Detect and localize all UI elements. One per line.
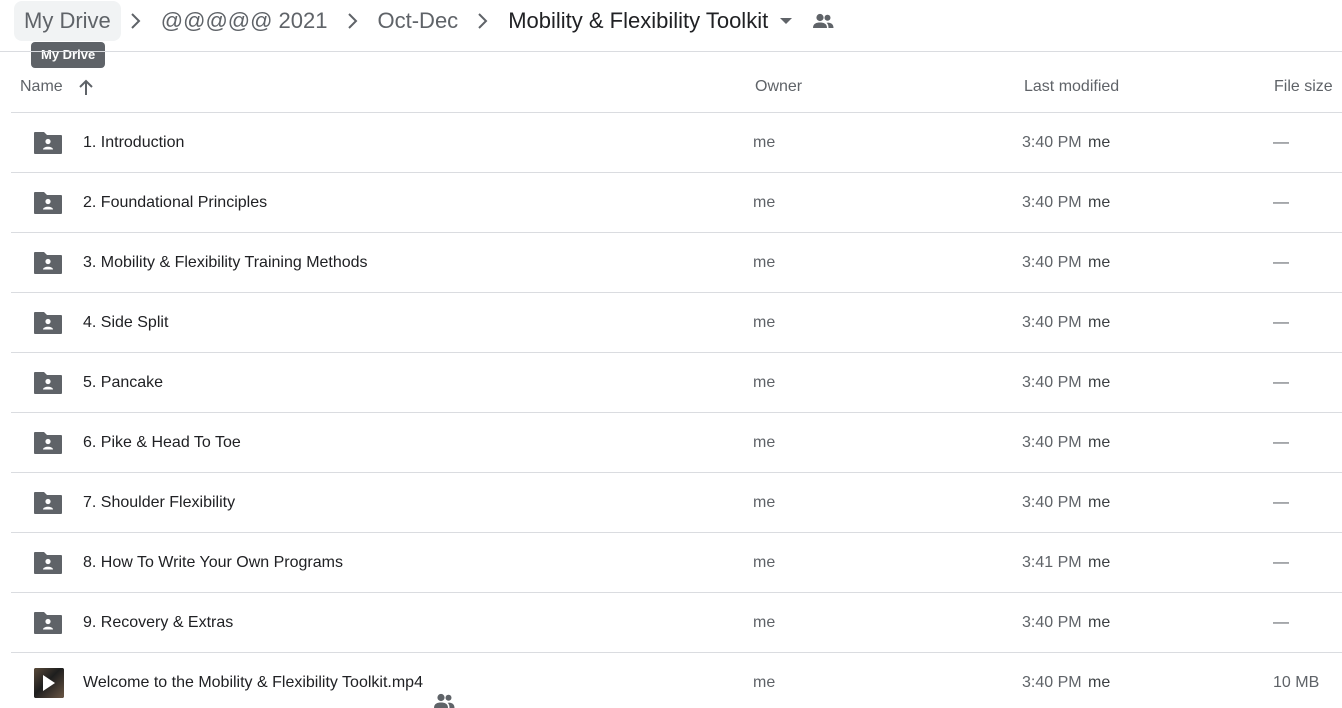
file-name[interactable]: 3. Mobility & Flexibility Training Metho… [83,233,368,293]
last-modified-time: 3:40 PM [1022,374,1082,391]
file-row[interactable]: 2. Foundational Principles me 3:40 PM me… [11,172,1342,232]
owner: me [753,494,776,511]
file-row[interactable]: 6. Pike & Head To Toe me 3:40 PM me — [11,412,1342,472]
breadcrumb: My Drive @@@@@ 2021 Oct-Dec Mobility & F… [14,0,1342,42]
last-modified-time: 3:40 PM [1022,494,1082,511]
file-name[interactable]: 2. Foundational Principles [83,173,267,233]
last-modified-time: 3:40 PM [1022,314,1082,331]
breadcrumb-folder-2021[interactable]: @@@@@ 2021 [151,1,338,41]
modified-by: me [1088,134,1111,151]
file-name[interactable]: Welcome to the Mobility & Flexibility To… [83,653,455,708]
file-name[interactable]: 1. Introduction [83,113,184,173]
sort-ascending-arrow-icon[interactable] [76,78,96,98]
shared-folder-icon [33,130,63,156]
file-name[interactable]: 5. Pancake [83,353,163,413]
last-modified-time: 3:40 PM [1022,674,1082,691]
column-last-modified[interactable]: Last modified [1024,52,1119,112]
last-modified-time: 3:40 PM [1022,134,1082,151]
file-row[interactable]: 4. Side Split me 3:40 PM me — [11,292,1342,352]
breadcrumb-current-folder[interactable]: Mobility & Flexibility Toolkit [498,1,774,41]
dropdown-arrow-icon[interactable] [774,1,798,41]
shared-people-icon [433,675,455,708]
owner: me [753,614,776,631]
modified-by: me [1088,554,1111,571]
file-size: — [1273,314,1289,331]
modified-by: me [1088,674,1111,691]
shared-folder-icon [33,250,63,276]
last-modified-time: 3:40 PM [1022,434,1082,451]
file-row[interactable]: 7. Shoulder Flexibility me 3:40 PM me — [11,472,1342,532]
last-modified-time: 3:40 PM [1022,254,1082,271]
column-owner[interactable]: Owner [755,52,802,112]
shared-folder-icon [33,490,63,516]
modified-by: me [1088,254,1111,271]
file-size: — [1273,374,1289,391]
file-row[interactable]: 9. Recovery & Extras me 3:40 PM me — [11,592,1342,652]
file-size: — [1273,554,1289,571]
chevron-right-icon [338,1,368,41]
modified-by: me [1088,434,1111,451]
modified-by: me [1088,494,1111,511]
file-row[interactable]: 3. Mobility & Flexibility Training Metho… [11,232,1342,292]
shared-folder-icon [33,370,63,396]
shared-folder-icon [33,430,63,456]
file-size: — [1273,434,1289,451]
file-name[interactable]: 8. How To Write Your Own Programs [83,533,343,593]
file-size: — [1273,134,1289,151]
column-file-size[interactable]: File size [1274,52,1333,112]
modified-by: me [1088,194,1111,211]
file-size: — [1273,614,1289,631]
file-size: 10 MB [1273,674,1320,691]
modified-by: me [1088,614,1111,631]
owner: me [753,554,776,571]
file-name[interactable]: 4. Side Split [83,293,168,353]
shared-folder-icon [33,190,63,216]
column-name[interactable]: Name [20,52,63,112]
breadcrumb-folder-oct-dec[interactable]: Oct-Dec [368,1,469,41]
chevron-right-icon [121,1,151,41]
modified-by: me [1088,314,1111,331]
modified-by: me [1088,374,1111,391]
breadcrumb-my-drive[interactable]: My Drive [14,1,121,41]
owner: me [753,194,776,211]
shared-people-icon[interactable] [804,1,842,41]
owner: me [753,374,776,391]
last-modified-time: 3:40 PM [1022,194,1082,211]
play-icon [43,675,55,691]
last-modified-time: 3:40 PM [1022,614,1082,631]
file-row[interactable]: 8. How To Write Your Own Programs me 3:4… [11,532,1342,592]
file-row[interactable]: Welcome to the Mobility & Flexibility To… [11,652,1342,708]
owner: me [753,434,776,451]
shared-folder-icon [33,550,63,576]
file-row[interactable]: 1. Introduction me 3:40 PM me — [11,112,1342,172]
shared-folder-icon [33,310,63,336]
owner: me [753,674,776,691]
file-name[interactable]: 6. Pike & Head To Toe [83,413,241,473]
owner: me [753,254,776,271]
column-header-row: Name Owner Last modified File size [0,52,1342,112]
chevron-right-icon [468,1,498,41]
file-size: — [1273,194,1289,211]
file-row[interactable]: 5. Pancake me 3:40 PM me — [11,352,1342,412]
video-thumbnail-icon [34,668,64,698]
shared-folder-icon [33,610,63,636]
file-list: 1. Introduction me 3:40 PM me — 2. Found… [11,112,1342,708]
file-size: — [1273,494,1289,511]
last-modified-time: 3:41 PM [1022,554,1082,571]
file-name-text: Welcome to the Mobility & Flexibility To… [83,674,423,691]
file-name[interactable]: 7. Shoulder Flexibility [83,473,235,533]
owner: me [753,134,776,151]
file-size: — [1273,254,1289,271]
owner: me [753,314,776,331]
file-name[interactable]: 9. Recovery & Extras [83,593,233,653]
